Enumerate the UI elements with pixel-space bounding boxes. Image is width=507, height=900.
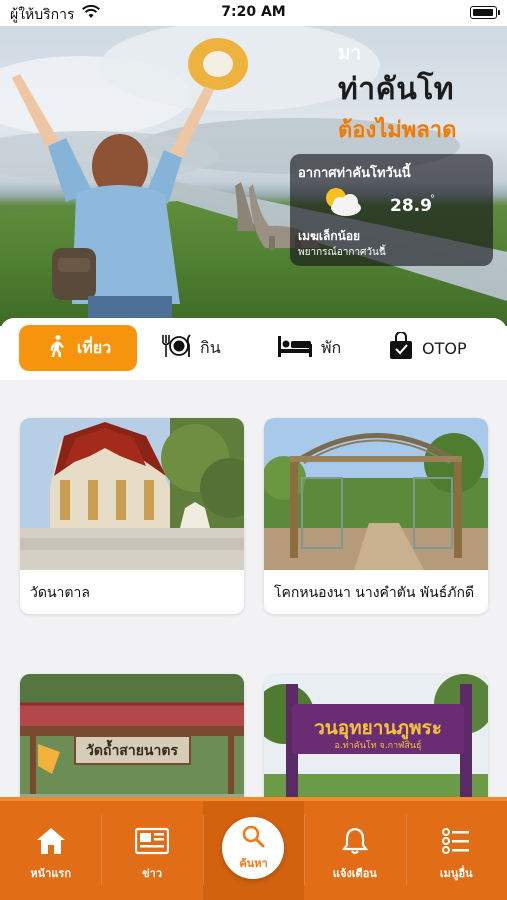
tab-otop-label: OTOP [422, 338, 467, 358]
hero-tagline: ต้องไม่พลาด [338, 118, 457, 143]
battery-icon [470, 6, 500, 19]
nav-home-label: หน้าแรก [30, 867, 71, 880]
weather-unit: ° [430, 194, 435, 205]
tab-travel[interactable]: เที่ยว [19, 325, 137, 371]
chevron-right-icon: › [379, 242, 385, 257]
weather-temperature: 28.9 [390, 196, 432, 216]
bottom-navigation: หน้าแรก ข่าว ค้นหา แจ้งเตือน เมนูอื่น [0, 797, 507, 900]
nav-search[interactable]: ค้นหา [202, 801, 305, 900]
tab-eat-label: กิน [200, 337, 221, 357]
hero-line-1: มา [338, 42, 362, 64]
weather-card[interactable]: อากาศท่าคันโทวันนี้ 28.9 ° เมฆเล็กน้อย พ… [290, 154, 493, 266]
nav-search-label: ค้นหา [239, 857, 268, 870]
nav-home[interactable]: หน้าแรก [0, 801, 101, 900]
nav-more[interactable]: เมนูอื่น [405, 801, 507, 900]
weather-description: เมฆเล็กน้อย [298, 229, 361, 243]
nav-more-label: เมนูอื่น [439, 867, 473, 880]
shopping-bag-icon [388, 331, 414, 364]
nav-notifications-label: แจ้งเตือน [332, 867, 377, 880]
plate-cutlery-icon [160, 333, 192, 363]
attraction-card[interactable]: โคกหนองนา นางคำตัน พันธ์ภักดี [264, 418, 488, 614]
partly-cloudy-icon [320, 186, 364, 222]
nav-notifications[interactable]: แจ้งเตือน [304, 801, 405, 900]
attraction-card[interactable]: วัดนาตาล [20, 418, 244, 614]
newspaper-icon [134, 827, 170, 859]
nav-news-label: ข่าว [142, 867, 163, 880]
tab-stay[interactable]: พัก [277, 325, 377, 371]
sign-subtext: อ.ท่าคันโท จ.กาฬสินธุ์ [335, 739, 422, 751]
search-icon [241, 824, 265, 852]
menu-list-icon [442, 827, 470, 859]
bell-icon [341, 827, 369, 859]
clock-time: 7:20 AM [221, 4, 286, 20]
tab-travel-label: เที่ยว [76, 337, 112, 357]
tourist-woman-image [12, 38, 248, 326]
home-icon [36, 827, 66, 859]
bed-icon [277, 334, 313, 362]
hero-banner: มา ท่าคันโท ต้องไม่พลาด อากาศท่าคันโทวัน… [0, 26, 507, 326]
tab-stay-label: พัก [321, 337, 342, 357]
search-button[interactable]: ค้นหา [222, 817, 285, 879]
status-bar: ผู้ให้บริการ 7:20 AM [0, 0, 507, 26]
attraction-title: วัดนาตาล [30, 585, 90, 601]
temple-photo [20, 418, 244, 570]
sign-text: วนอุทยานภูพระ [314, 717, 442, 740]
attraction-list: วัดนาตาล โคกหนองนา นางคำตัน พันธ์ภักดี ว… [0, 380, 507, 826]
nav-news[interactable]: ข่าว [101, 801, 202, 900]
weather-title: อากาศท่าคันโทวันนี้ [298, 166, 411, 181]
category-tabs: เที่ยว กิน พัก OTOP [0, 318, 507, 380]
attraction-title: โคกหนองนา นางคำตัน พันธ์ภักดี [274, 585, 475, 601]
farm-gate-photo [264, 418, 488, 570]
hero-title: ท่าคันโท [338, 72, 455, 107]
forecast-link[interactable]: พยากรณ์อากาศวันนี้ [298, 245, 386, 260]
tab-eat[interactable]: กิน [160, 325, 260, 371]
walking-icon [45, 334, 69, 362]
tab-otop[interactable]: OTOP [388, 325, 498, 371]
